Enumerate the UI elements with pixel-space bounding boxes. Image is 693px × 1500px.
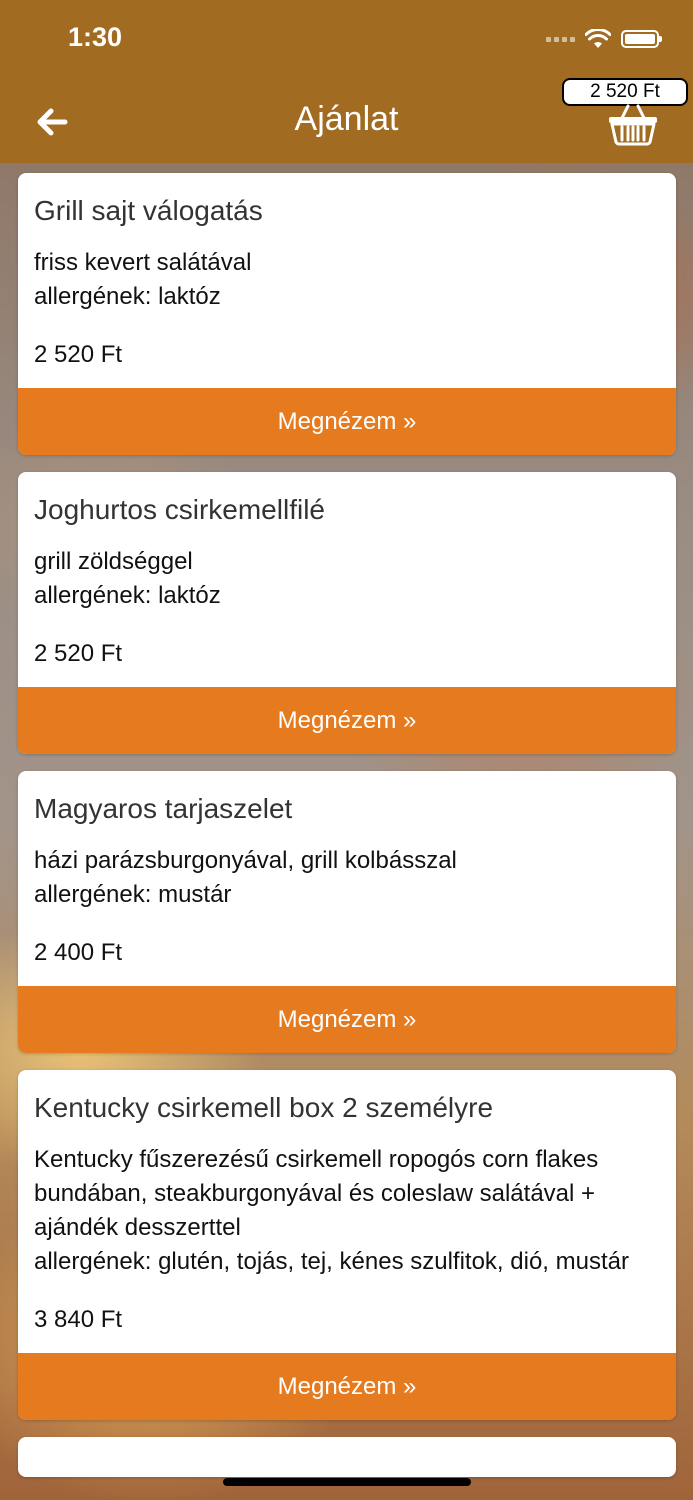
app-header: 1:30 Ajánlat 2 520 Ft — [0, 0, 693, 163]
offer-title: Kentucky csirkemell box 2 személyre — [34, 1092, 494, 1123]
offer-card-partial — [18, 1437, 676, 1477]
offer-card: Magyaros tarjaszelet házi parázsburgonyá… — [18, 771, 676, 1053]
offer-card-body: Kentucky csirkemell box 2 személyre Kent… — [18, 1070, 676, 1353]
offer-description: Kentucky fűszerezésű csirkemell ropogós … — [34, 1146, 629, 1275]
signal-icon — [546, 36, 575, 42]
offer-title: Grill sajt válogatás — [34, 195, 263, 226]
view-offer-button[interactable]: Megnézem » — [18, 1353, 676, 1420]
offer-card-body: Magyaros tarjaszelet házi parázsburgonyá… — [18, 771, 676, 986]
home-indicator — [223, 1478, 471, 1486]
status-time: 1:30 — [68, 22, 123, 52]
offer-price: 2 520 Ft — [34, 341, 123, 368]
offer-description: házi parázsburgonyával, grill kolbásszal… — [34, 847, 457, 908]
cart-total-badge: 2 520 Ft — [562, 78, 688, 106]
offer-title: Joghurtos csirkemellfilé — [34, 494, 325, 525]
offer-card: Joghurtos csirkemellfilé grill zöldségge… — [18, 472, 676, 754]
view-offer-button[interactable]: Megnézem » — [18, 388, 676, 455]
offer-card: Kentucky csirkemell box 2 személyre Kent… — [18, 1070, 676, 1420]
basket-icon — [609, 104, 657, 146]
cart-button[interactable] — [606, 104, 660, 146]
offer-price: 2 400 Ft — [34, 939, 123, 966]
offer-title: Magyaros tarjaszelet — [34, 793, 293, 824]
offer-card-body: Joghurtos csirkemellfilé grill zöldségge… — [18, 472, 676, 687]
offer-card-body: Grill sajt válogatás friss kevert salátá… — [18, 173, 676, 388]
view-offer-button[interactable]: Megnézem » — [18, 687, 676, 754]
view-offer-button[interactable]: Megnézem » — [18, 986, 676, 1053]
offer-price: 2 520 Ft — [34, 640, 123, 667]
wifi-icon — [585, 29, 611, 48]
offer-price: 3 840 Ft — [34, 1306, 123, 1333]
status-icons — [546, 26, 662, 52]
offer-list: Grill sajt válogatás friss kevert salátá… — [18, 173, 676, 1494]
offer-description: grill zöldséggel allergének: laktóz — [34, 548, 221, 609]
offer-card: Grill sajt válogatás friss kevert salátá… — [18, 173, 676, 455]
battery-icon — [621, 30, 662, 48]
offer-description: friss kevert salátával allergének: laktó… — [34, 249, 252, 310]
